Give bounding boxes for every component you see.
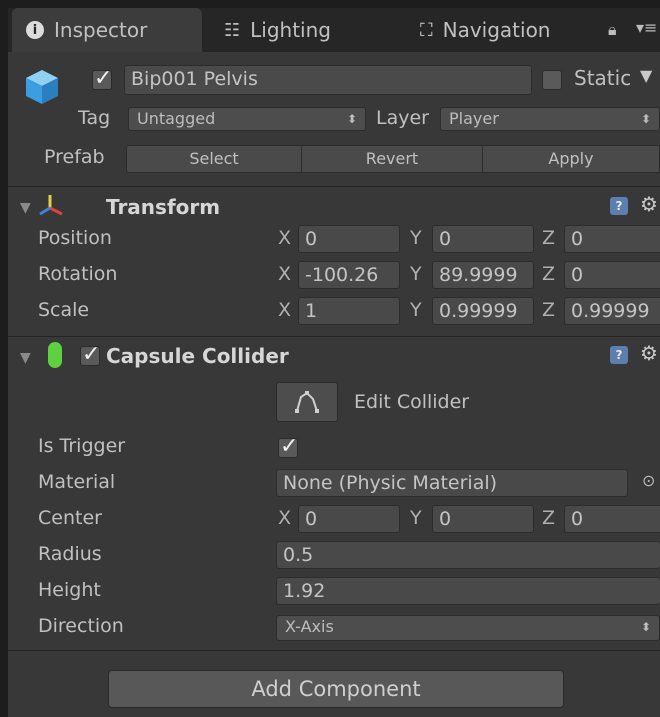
tab-bar: i Inspector ☷ Lighting ⛶ Navigation 🔒︎ ▾… — [8, 8, 660, 52]
lock-icon[interactable]: 🔒︎ — [608, 20, 617, 40]
tab-label: Navigation — [442, 18, 551, 42]
prefab-select-button[interactable]: Select — [126, 145, 302, 173]
sliders-icon: ☷ — [224, 19, 241, 41]
material-field[interactable]: None (Physic Material) — [276, 469, 628, 497]
direction-value: X-Axis — [285, 617, 334, 636]
axis-y-label[interactable]: Y — [410, 507, 422, 529]
tab-label: Lighting — [250, 18, 331, 42]
gear-icon[interactable]: ⚙ — [640, 341, 658, 365]
height-label: Height — [38, 579, 101, 601]
position-x-input[interactable]: 0 — [298, 225, 400, 253]
static-dropdown-icon[interactable]: ▼ — [640, 66, 652, 85]
center-z-input[interactable]: 0 — [564, 505, 660, 533]
layer-label: Layer — [376, 107, 429, 129]
updown-icon: ⬍ — [640, 620, 651, 634]
inspector-panel: Bip001 Pelvis Static ▼ Tag Untagged ⬍ La… — [8, 52, 660, 717]
rotation-z-input[interactable]: 0 — [564, 261, 660, 289]
axis-z-label[interactable]: Z — [542, 507, 555, 529]
transform-title[interactable]: Transform — [106, 195, 220, 219]
tag-dropdown[interactable]: Untagged ⬍ — [128, 107, 366, 131]
scale-y-input[interactable]: 0.99999 — [432, 297, 534, 325]
prefab-apply-button[interactable]: Apply — [482, 145, 660, 173]
info-icon: i — [26, 21, 44, 39]
object-picker-icon[interactable]: ⊙ — [642, 471, 655, 490]
axis-x-label[interactable]: X — [278, 299, 291, 321]
height-input[interactable]: 1.92 — [276, 577, 660, 605]
object-name-input[interactable]: Bip001 Pelvis — [124, 65, 532, 95]
divider — [8, 186, 660, 187]
axis-y-label[interactable]: Y — [410, 299, 422, 321]
rotation-x-input[interactable]: -100.26 — [298, 261, 400, 289]
center-label: Center — [38, 507, 102, 529]
tag-value: Untagged — [137, 109, 216, 128]
scale-x-input[interactable]: 1 — [298, 297, 400, 325]
position-z-input[interactable]: 0 — [564, 225, 660, 253]
layer-value: Player — [449, 109, 499, 128]
static-label: Static — [574, 66, 632, 90]
tab-inspector[interactable]: i Inspector — [12, 8, 202, 52]
radius-input[interactable]: 0.5 — [276, 541, 660, 569]
updown-icon: ⬍ — [346, 112, 357, 126]
axis-y-label[interactable]: Y — [410, 263, 422, 285]
capsule-foldout-icon[interactable]: ▼ — [20, 350, 31, 366]
transform-foldout-icon[interactable]: ▼ — [20, 200, 31, 216]
rotation-label: Rotation — [38, 263, 118, 285]
capsule-collider-icon — [48, 342, 62, 368]
radius-label: Radius — [38, 543, 102, 565]
navigation-icon: ⛶ — [420, 19, 433, 41]
axis-z-label[interactable]: Z — [542, 299, 555, 321]
rotation-y-input[interactable]: 89.9999 — [432, 261, 534, 289]
gear-icon[interactable]: ⚙ — [640, 192, 658, 216]
axis-x-label[interactable]: X — [278, 263, 291, 285]
inspector-window: i Inspector ☷ Lighting ⛶ Navigation 🔒︎ ▾… — [0, 0, 660, 717]
edit-collider-label: Edit Collider — [354, 391, 470, 413]
layer-dropdown[interactable]: Player ⬍ — [440, 107, 660, 131]
gameobject-cube-icon — [22, 66, 62, 106]
axis-x-label[interactable]: X — [278, 507, 291, 529]
is-trigger-label: Is Trigger — [38, 435, 126, 457]
help-icon[interactable]: ? — [610, 346, 628, 364]
axis-z-label[interactable]: Z — [542, 263, 555, 285]
static-checkbox[interactable] — [542, 70, 562, 90]
center-x-input[interactable]: 0 — [298, 505, 400, 533]
divider — [8, 336, 660, 337]
menu-icon[interactable]: ▾≡ — [636, 18, 657, 37]
axis-y-label[interactable]: Y — [410, 227, 422, 249]
active-checkbox[interactable] — [92, 66, 112, 91]
edit-collider-button[interactable] — [276, 382, 338, 422]
center-y-input[interactable]: 0 — [432, 505, 534, 533]
tag-label: Tag — [78, 107, 111, 129]
tab-lighting[interactable]: ☷ Lighting — [224, 8, 331, 52]
tab-label: Inspector — [54, 18, 148, 42]
prefab-revert-button[interactable]: Revert — [301, 145, 483, 173]
capsule-enabled-checkbox[interactable] — [80, 342, 100, 367]
help-icon[interactable]: ? — [610, 197, 628, 215]
tab-navigation[interactable]: ⛶ Navigation — [420, 8, 550, 52]
edit-collider-icon — [295, 391, 319, 413]
axis-z-label[interactable]: Z — [542, 227, 555, 249]
material-label: Material — [38, 471, 116, 493]
divider — [8, 650, 660, 651]
scale-label: Scale — [38, 299, 90, 321]
transform-axis-icon — [38, 192, 64, 218]
updown-icon: ⬍ — [640, 112, 651, 126]
is-trigger-checkbox[interactable] — [278, 434, 298, 459]
prefab-label: Prefab — [44, 146, 105, 168]
direction-label: Direction — [38, 615, 124, 637]
capsule-title[interactable]: Capsule Collider — [106, 344, 289, 368]
position-y-input[interactable]: 0 — [432, 225, 534, 253]
direction-dropdown[interactable]: X-Axis ⬍ — [276, 615, 660, 641]
position-label: Position — [38, 227, 112, 249]
scale-z-input[interactable]: 0.99999 — [564, 297, 660, 325]
axis-x-label[interactable]: X — [278, 227, 291, 249]
add-component-button[interactable]: Add Component — [108, 670, 564, 708]
